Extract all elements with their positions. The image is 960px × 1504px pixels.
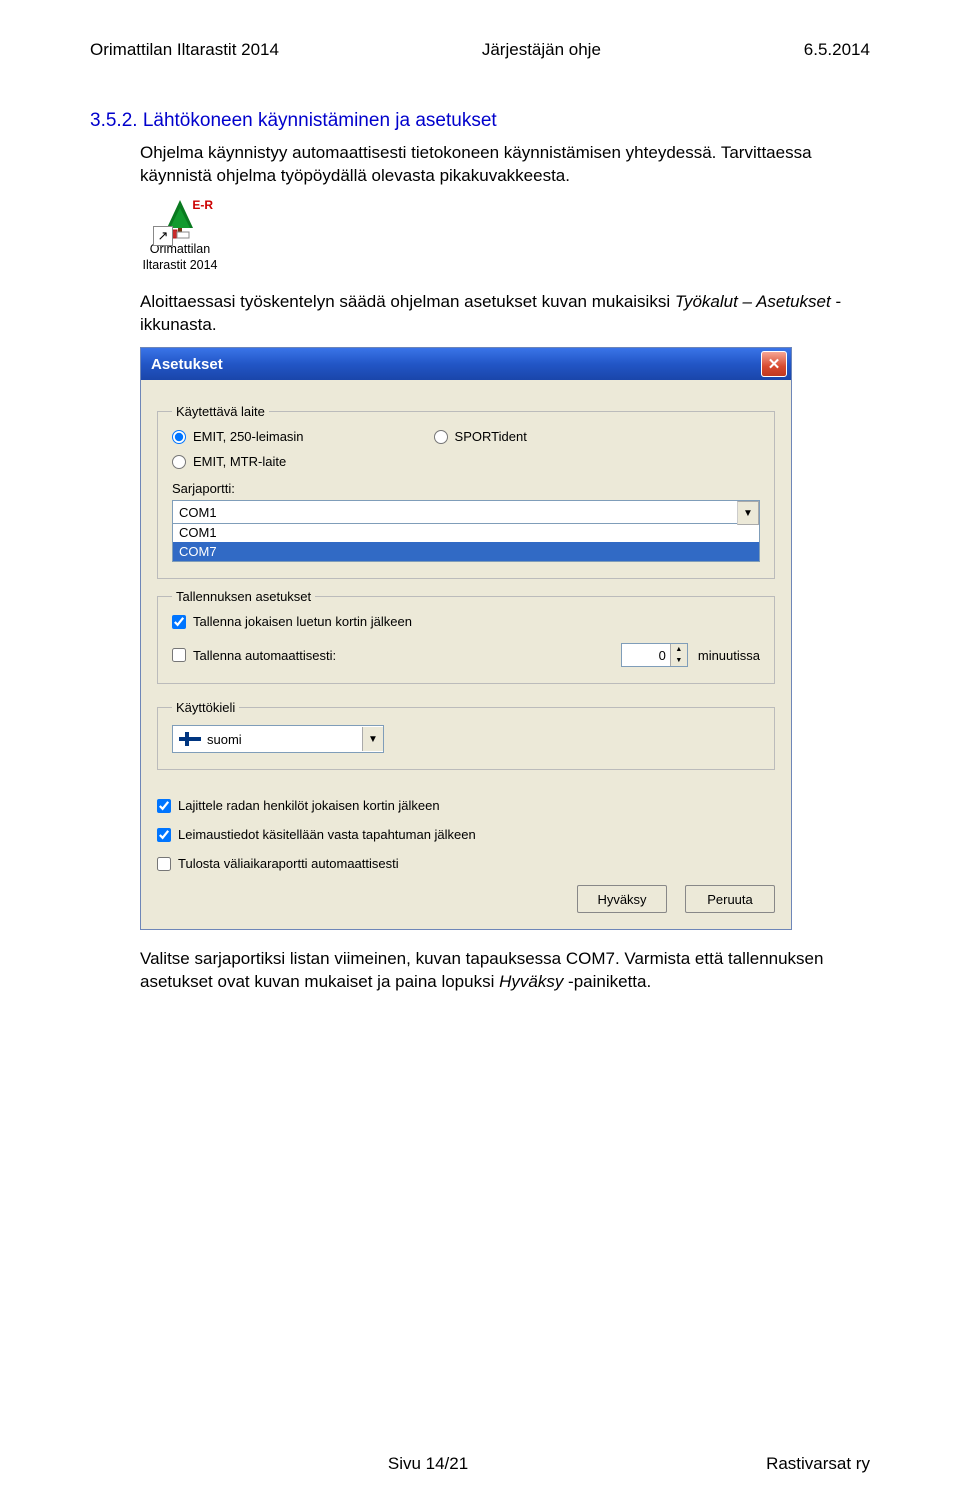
header-right: 6.5.2014 — [804, 40, 870, 60]
dialog-titlebar[interactable]: Asetukset ✕ — [141, 348, 791, 380]
desktop-shortcut: E-R ↗ Orimattilan Iltarastit 2014 — [140, 198, 220, 273]
auto-interval-unit: minuutissa — [698, 648, 760, 663]
check-print-label: Tulosta väliaikaraportti automaattisesti — [178, 856, 399, 871]
cancel-button[interactable]: Peruuta — [685, 885, 775, 913]
para3-pre: Valitse sarjaportiksi listan viimeinen, … — [140, 949, 823, 991]
radio-emit250-input[interactable] — [172, 430, 186, 444]
language-combo[interactable]: suomi ▼ — [172, 725, 384, 753]
shortcut-label-line2: Iltarastit 2014 — [140, 258, 220, 274]
flag-fi-icon — [179, 732, 201, 746]
group-device: Käytettävä laite EMIT, 250-leimasin SPOR… — [157, 404, 775, 579]
auto-interval-spinner[interactable]: ▲ ▼ — [621, 643, 688, 667]
serial-option-com7[interactable]: COM7 — [173, 542, 759, 561]
para2-italic: Työkalut – Asetukset — [675, 292, 831, 311]
radio-sportident-input[interactable] — [434, 430, 448, 444]
serial-port-label: Sarjaportti: — [172, 481, 760, 496]
spinner-up-icon[interactable]: ▲ — [671, 644, 687, 655]
language-dropdown-button[interactable]: ▼ — [362, 727, 383, 751]
chevron-down-icon: ▼ — [368, 734, 378, 745]
para3-italic: Hyväksy — [499, 972, 563, 991]
header-center: Järjestäjän ohje — [482, 40, 601, 60]
close-button[interactable]: ✕ — [761, 351, 787, 377]
radio-sportident[interactable]: SPORTident — [434, 429, 527, 444]
check-save-after-each-label: Tallenna jokaisen luetun kortin jälkeen — [193, 614, 412, 629]
paragraph-1: Ohjelma käynnistyy automaattisesti tieto… — [140, 142, 870, 188]
check-save-after-each[interactable]: Tallenna jokaisen luetun kortin jälkeen — [172, 614, 760, 629]
serial-port-input[interactable] — [172, 500, 760, 524]
section-number: 3.5.2. — [90, 110, 138, 131]
check-sort-input[interactable] — [157, 799, 171, 813]
serial-port-dropdown-button[interactable]: ▼ — [737, 501, 759, 525]
para2-pre: Aloittaessasi työskentelyn säädä ohjelma… — [140, 292, 675, 311]
section-title: Lähtökoneen käynnistäminen ja asetukset — [143, 110, 497, 131]
close-icon: ✕ — [768, 355, 781, 373]
spinner-down-icon[interactable]: ▼ — [671, 655, 687, 666]
page-footer: Sivu 14/21 Rastivarsat ry — [90, 1454, 870, 1474]
shortcut-icon: E-R ↗ — [159, 198, 201, 240]
check-stamp-input[interactable] — [157, 828, 171, 842]
section-heading: 3.5.2. Lähtökoneen käynnistäminen ja ase… — [90, 110, 870, 132]
serial-option-com1[interactable]: COM1 — [173, 523, 759, 542]
footer-page: Sivu 14/21 — [388, 1454, 468, 1474]
check-save-auto-input[interactable] — [172, 648, 186, 662]
footer-org: Rastivarsat ry — [766, 1454, 870, 1474]
language-value: suomi — [207, 732, 362, 747]
ok-button[interactable]: Hyväksy — [577, 885, 667, 913]
check-save-after-each-input[interactable] — [172, 615, 186, 629]
misc-checks: Lajittele radan henkilöt jokaisen kortin… — [157, 798, 775, 871]
paragraph-2: Aloittaessasi työskentelyn säädä ohjelma… — [140, 291, 870, 337]
para3-post: -painiketta. — [563, 972, 651, 991]
radio-emit250[interactable]: EMIT, 250-leimasin — [172, 429, 304, 444]
group-language: Käyttökieli suomi ▼ — [157, 700, 775, 770]
page-header: Orimattilan Iltarastit 2014 Järjestäjän … — [90, 40, 870, 60]
group-save: Tallennuksen asetukset Tallenna jokaisen… — [157, 589, 775, 684]
auto-interval-input[interactable] — [622, 644, 670, 666]
radio-sportident-label: SPORTident — [455, 429, 527, 444]
check-print-input[interactable] — [157, 857, 171, 871]
paragraph-3: Valitse sarjaportiksi listan viimeinen, … — [140, 948, 870, 994]
shortcut-label-line1: Orimattilan — [140, 242, 220, 258]
group-device-legend: Käytettävä laite — [172, 404, 269, 419]
group-save-legend: Tallennuksen asetukset — [172, 589, 315, 604]
check-stamp-label: Leimaustiedot käsitellään vasta tapahtum… — [178, 827, 476, 842]
header-left: Orimattilan Iltarastit 2014 — [90, 40, 279, 60]
shortcut-arrow-icon: ↗ — [153, 226, 173, 246]
check-print[interactable]: Tulosta väliaikaraportti automaattisesti — [157, 856, 775, 871]
check-save-auto[interactable]: Tallenna automaattisesti: — [172, 648, 336, 663]
group-language-legend: Käyttökieli — [172, 700, 239, 715]
chevron-down-icon: ▼ — [743, 508, 753, 519]
radio-emitmtr[interactable]: EMIT, MTR-laite — [172, 454, 760, 469]
dialog-title: Asetukset — [151, 356, 223, 373]
check-sort-label: Lajittele radan henkilöt jokaisen kortin… — [178, 798, 440, 813]
serial-port-combo[interactable]: ▼ — [172, 500, 760, 524]
radio-emit250-label: EMIT, 250-leimasin — [193, 429, 304, 444]
check-save-auto-label: Tallenna automaattisesti: — [193, 648, 336, 663]
shortcut-badge: E-R — [192, 198, 213, 212]
check-sort[interactable]: Lajittele radan henkilöt jokaisen kortin… — [157, 798, 775, 813]
radio-emitmtr-label: EMIT, MTR-laite — [193, 454, 286, 469]
radio-emitmtr-input[interactable] — [172, 455, 186, 469]
check-stamp[interactable]: Leimaustiedot käsitellään vasta tapahtum… — [157, 827, 775, 842]
serial-port-dropdown-list: COM1 COM7 — [172, 523, 760, 562]
settings-dialog: Asetukset ✕ Käytettävä laite EMIT, 250-l… — [140, 347, 792, 930]
